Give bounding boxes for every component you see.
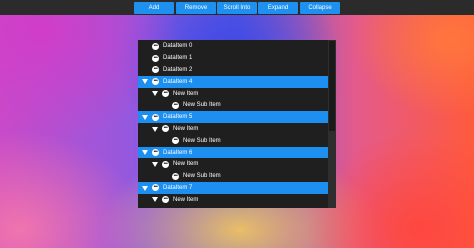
- expand-button[interactable]: Expand: [258, 2, 298, 14]
- expand-triangle-icon[interactable]: [152, 162, 158, 167]
- tree-row-label: DataItem 7: [163, 184, 193, 191]
- scrollbar[interactable]: [328, 40, 336, 208]
- more-dots-icon: •••: [152, 149, 159, 157]
- tree-view[interactable]: ••• DataItem 0 ••• DataItem 1 ••• DataItem 2 •…: [138, 40, 336, 208]
- tree-row[interactable]: ••• New Item: [138, 194, 328, 206]
- tree-row-label: New Sub Item: [183, 102, 221, 109]
- tree-row-label: New Item: [173, 196, 199, 203]
- tree-row[interactable]: ••• DataItem 1: [138, 52, 328, 64]
- add-button[interactable]: Add: [134, 2, 174, 14]
- tree-row[interactable]: ••• DataItem 7: [138, 182, 328, 194]
- expand-triangle-icon[interactable]: [152, 197, 158, 203]
- more-dots-icon: •••: [172, 137, 179, 145]
- more-dots-icon: •••: [162, 160, 169, 168]
- tree-row-label: DataItem 6: [163, 149, 193, 156]
- tree-row[interactable]: ••• New Item: [138, 88, 328, 100]
- expand-triangle-icon[interactable]: [152, 126, 158, 132]
- expand-triangle-icon[interactable]: [142, 114, 148, 120]
- expand-triangle-icon[interactable]: [142, 185, 148, 191]
- tree-row[interactable]: ••• DataItem 5: [138, 111, 328, 124]
- tree-row-label: DataItem 5: [163, 114, 193, 121]
- expand-triangle-icon[interactable]: [152, 91, 158, 97]
- more-dots-icon: •••: [152, 42, 159, 50]
- more-dots-icon: •••: [162, 125, 169, 133]
- tree-row[interactable]: ••• New Item: [138, 159, 328, 171]
- expand-triangle-icon[interactable]: [142, 79, 148, 85]
- tree-row-label: New Item: [173, 90, 199, 97]
- tree-row-label: DataItem 1: [163, 55, 193, 62]
- remove-button[interactable]: Remove: [176, 2, 216, 14]
- tree-row-label: New Sub Item: [183, 173, 221, 180]
- tree-row-label: DataItem 0: [163, 43, 193, 50]
- tree-rows: ••• DataItem 0 ••• DataItem 1 ••• DataItem 2 •…: [138, 40, 328, 208]
- more-dots-icon: •••: [152, 78, 159, 86]
- toolbar: Add Remove Scroll Into Expand Collapse: [0, 0, 474, 15]
- tree-row-label: DataItem 4: [163, 78, 193, 85]
- tree-row-label: New Sub Item: [183, 137, 221, 144]
- more-dots-icon: •••: [162, 196, 169, 204]
- tree-row[interactable]: ••• DataItem 6: [138, 146, 328, 159]
- tree-row[interactable]: ••• New Sub Item: [138, 135, 328, 147]
- tree-row[interactable]: ••• New Sub Item: [138, 170, 328, 182]
- tree-row[interactable]: ••• DataItem 2: [138, 64, 328, 76]
- more-dots-icon: •••: [152, 184, 159, 192]
- more-dots-icon: •••: [172, 172, 179, 180]
- tree-row-label: New Item: [173, 125, 199, 132]
- scrollbar-thumb[interactable]: [329, 41, 335, 131]
- more-dots-icon: •••: [152, 66, 159, 74]
- expand-triangle-icon[interactable]: [142, 150, 148, 156]
- collapse-button[interactable]: Collapse: [300, 2, 340, 14]
- tree-row-label: New Item: [173, 161, 199, 168]
- tree-row[interactable]: ••• New Sub Item: [138, 100, 328, 112]
- scroll-into-button[interactable]: Scroll Into: [217, 2, 257, 14]
- more-dots-icon: •••: [162, 90, 169, 98]
- tree-row-label: DataItem 2: [163, 66, 193, 73]
- more-dots-icon: •••: [152, 54, 159, 62]
- more-dots-icon: •••: [172, 101, 179, 109]
- tree-row[interactable]: ••• New Item: [138, 123, 328, 135]
- tree-row[interactable]: ••• DataItem 4: [138, 75, 328, 88]
- tree-row[interactable]: ••• DataItem 0: [138, 41, 328, 53]
- more-dots-icon: •••: [152, 113, 159, 121]
